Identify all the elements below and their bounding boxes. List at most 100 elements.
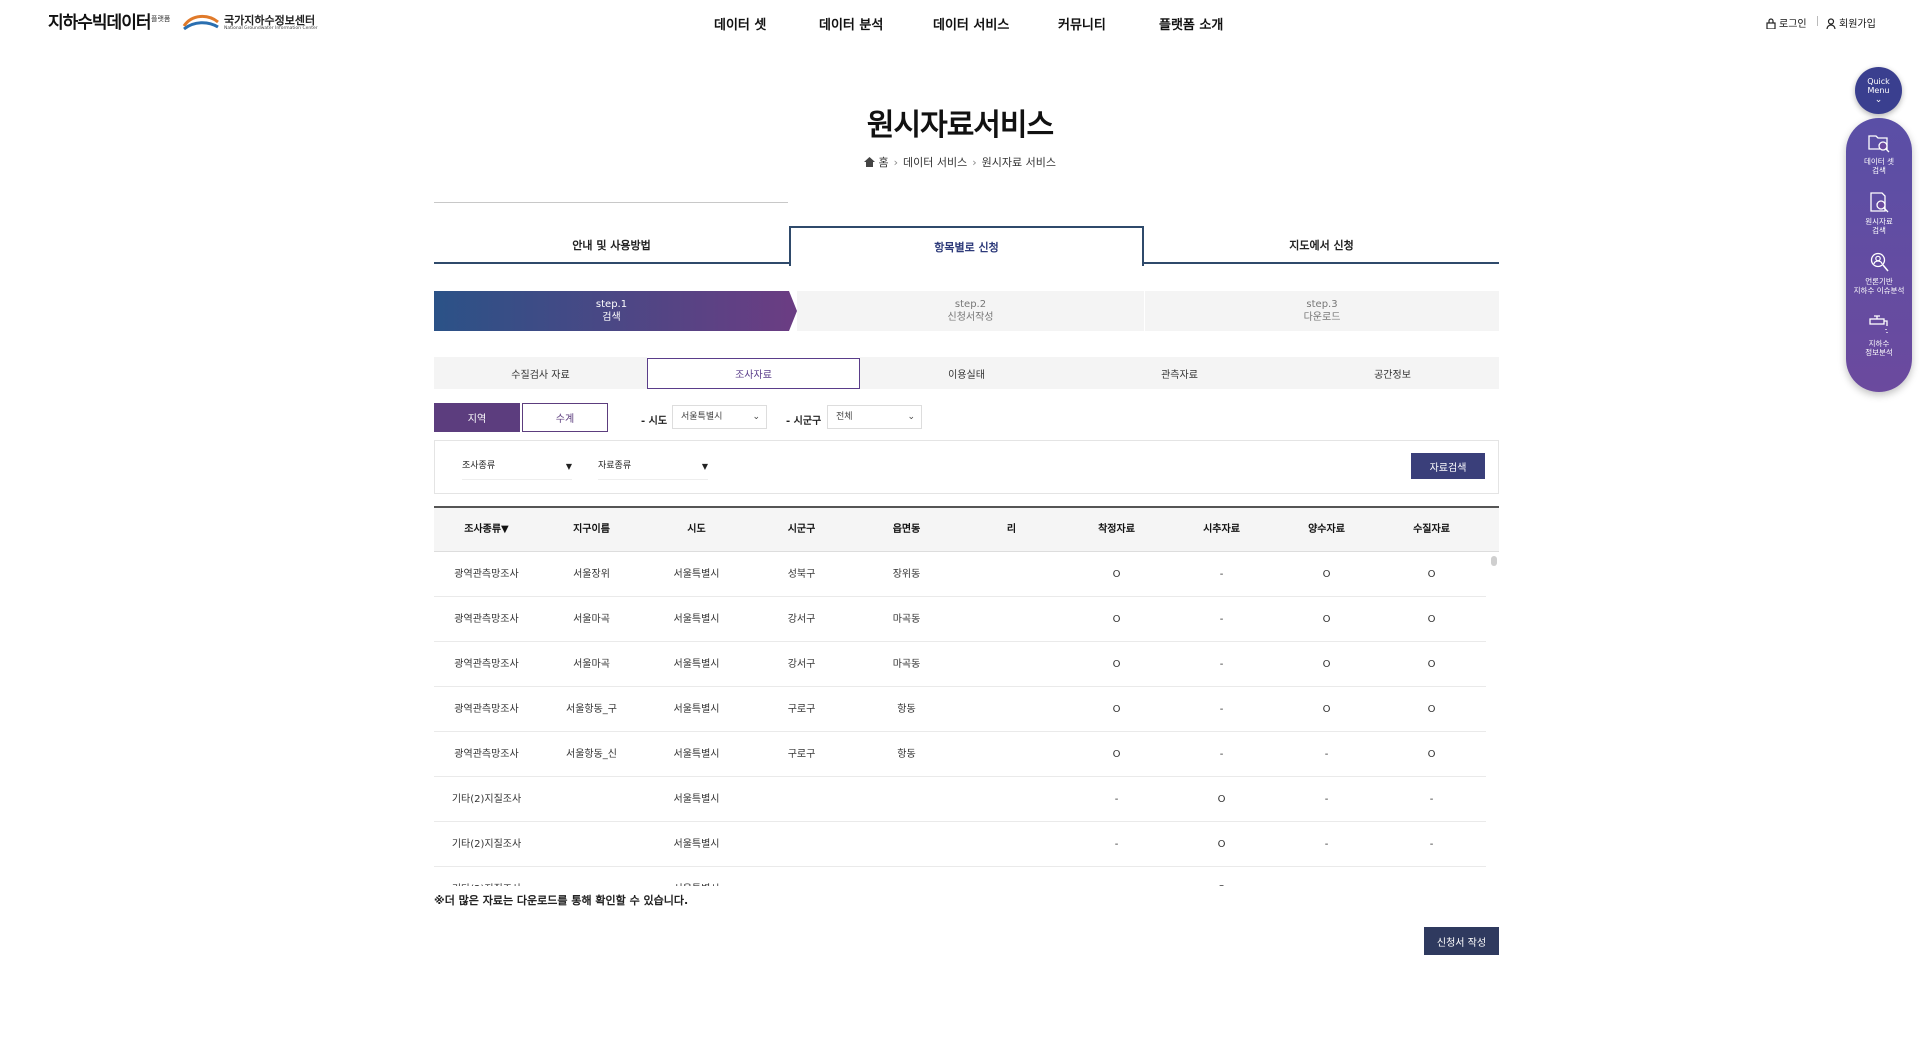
cell-sido: 서울특별시	[644, 867, 749, 886]
data-tab-water-quality[interactable]: 수질검사 자료	[434, 357, 647, 389]
basin-button[interactable]: 수계	[522, 403, 608, 432]
table-row[interactable]: 기타(2)지질조사서울특별시-O--	[434, 822, 1486, 867]
data-type-dropdown[interactable]: 자료종류 ▼	[598, 458, 708, 480]
survey-type-label: 조사종류	[462, 461, 496, 471]
breadcrumb-current: 원시자료 서비스	[981, 156, 1056, 169]
step-arrow	[789, 291, 797, 331]
cell-sigungu: 구로구	[787, 749, 816, 760]
quick-menu-toggle[interactable]: Quick Menu ⌄	[1855, 67, 1902, 114]
cell-ri	[959, 867, 1064, 886]
cell-water-quality: O	[1427, 569, 1436, 580]
cell-district-name: 서울마곡	[573, 659, 610, 670]
cell-eupmyeondong: 항동	[897, 704, 916, 715]
logo-bigdata[interactable]: 지하수빅데이터	[48, 8, 151, 33]
sigungu-select[interactable]: 전체 ⌄	[827, 405, 922, 429]
quick-groundwater-analysis[interactable]: 지하수 정보분석	[1846, 314, 1912, 357]
cell-sido: 서울특별시	[673, 659, 720, 670]
folder-search-icon	[1868, 135, 1890, 153]
breadcrumb-data-service[interactable]: 데이터 서비스	[903, 156, 967, 169]
title-divider	[434, 202, 788, 203]
tab-guide[interactable]: 안내 및 사용방법	[434, 228, 789, 264]
data-tab-observation[interactable]: 관측자료	[1073, 357, 1286, 389]
write-application-button[interactable]: 신청서 작성	[1424, 927, 1499, 955]
cell-boring: -	[1219, 569, 1224, 580]
nav-data-analysis[interactable]: 데이터 분석	[819, 14, 883, 33]
cell-eupmyeondong: 마곡동	[892, 659, 921, 670]
step-2: step.2 신청서작성	[797, 291, 1144, 331]
sido-select[interactable]: 서울특별시 ⌄	[672, 405, 767, 429]
login-link[interactable]: 로그인	[1766, 15, 1807, 30]
cell-district-name: 서울항동_구	[566, 704, 617, 715]
nav-platform-intro[interactable]: 플랫폼 소개	[1159, 14, 1223, 33]
table-row[interactable]: 기타(2)지질조사서울특별시-O--	[434, 777, 1486, 822]
cell-pumping: O	[1322, 704, 1331, 715]
cell-water-quality: O	[1427, 614, 1436, 625]
cell-sigungu	[749, 867, 854, 886]
col-district-name: 지구이름	[573, 524, 610, 535]
logo-bigdata-sub: 플랫폼	[151, 15, 171, 23]
quick-raw-data-search[interactable]: 원시자료 검색	[1846, 192, 1912, 235]
signup-link[interactable]: 회원가입	[1826, 15, 1876, 30]
nav-community[interactable]: 커뮤니티	[1058, 14, 1106, 33]
survey-type-dropdown[interactable]: 조사종류 ▼	[462, 458, 572, 480]
col-sido: 시도	[687, 524, 706, 535]
cell-sido: 서울특별시	[673, 704, 720, 715]
cell-water-quality: -	[1379, 867, 1484, 886]
table-row[interactable]: 기타(2)지질조사서울특별시-O--	[434, 867, 1486, 886]
scrollbar-thumb[interactable]	[1491, 556, 1497, 566]
data-search-button[interactable]: 자료검색	[1411, 453, 1485, 479]
col-pumping-data: 양수자료	[1308, 524, 1345, 535]
table-row[interactable]: 광역관측망조사 서울마곡 서울특별시 강서구 마곡동 O - O O	[434, 597, 1486, 642]
cell-drilling: -	[1064, 867, 1169, 886]
table-row[interactable]: 광역관측망조사 서울장위 서울특별시 성북구 장위동 O - O O	[434, 552, 1486, 597]
cell-ri	[959, 777, 1064, 822]
data-tab-survey[interactable]: 조사자료	[647, 358, 860, 389]
table-row[interactable]: 광역관측망조사 서울마곡 서울특별시 강서구 마곡동 O - O O	[434, 642, 1486, 687]
col-water-quality-data: 수질자료	[1413, 524, 1450, 535]
chevron-down-icon: ⌄	[1874, 95, 1883, 105]
cell-survey-type: 광역관측망조사	[454, 659, 519, 670]
cell-sigungu: 강서구	[787, 659, 816, 670]
chevron-down-icon: ⌄	[907, 412, 915, 422]
data-tab-usage[interactable]: 이용실태	[860, 357, 1073, 389]
center-logo-icon	[182, 15, 219, 31]
breadcrumb-home[interactable]: 홈	[879, 156, 889, 169]
cell-water-quality: -	[1429, 839, 1434, 850]
page-title: 원시자료서비스	[866, 108, 1054, 143]
nav-dataset[interactable]: 데이터 셋	[714, 14, 766, 33]
table-scrollbar[interactable]	[1489, 552, 1499, 886]
table-row[interactable]: 광역관측망조사 서울항동_신 서울특별시 구로구 항동 O - - O	[434, 732, 1486, 777]
cell-eupmyeondong: 장위동	[892, 569, 921, 580]
nav-data-service[interactable]: 데이터 서비스	[933, 14, 1009, 33]
cell-drilling: O	[1112, 659, 1121, 670]
cell-water-quality: -	[1429, 794, 1434, 805]
region-button[interactable]: 지역	[434, 403, 520, 432]
home-icon[interactable]	[864, 157, 875, 167]
quick-menu-title: Quick Menu	[1867, 77, 1890, 95]
step-1: step.1 검색	[434, 291, 789, 331]
cell-eupmyeondong: 마곡동	[892, 614, 921, 625]
breadcrumb: 홈 › 데이터 서비스 › 원시자료 서비스	[0, 154, 1920, 170]
cell-boring: -	[1219, 704, 1224, 715]
download-note: ※더 많은 자료는 다운로드를 통해 확인할 수 있습니다.	[434, 894, 689, 907]
cell-sido: 서울특별시	[673, 569, 720, 580]
chevron-down-icon: ⌄	[752, 412, 760, 422]
col-sigungu: 시군구	[787, 524, 816, 535]
quick-media-issue-analysis[interactable]: 언론기반 지하수 이슈분석	[1846, 252, 1912, 295]
cell-district-name: 서울장위	[573, 569, 610, 580]
cell-ri	[959, 732, 1064, 777]
user-icon	[1826, 18, 1836, 29]
quick-dataset-search[interactable]: 데이터 셋 검색	[1846, 132, 1912, 175]
col-survey-type[interactable]: 조사종류▼	[434, 508, 539, 552]
caret-down-icon: ▼	[565, 462, 572, 471]
quick-item-label: 정보분석	[1865, 348, 1893, 357]
tab-apply-on-map[interactable]: 지도에서 신청	[1144, 228, 1499, 264]
tab-apply-by-item[interactable]: 항목별로 신청	[789, 226, 1144, 266]
data-tab-spatial[interactable]: 공간정보	[1286, 357, 1499, 389]
quick-item-label: 지하수 이슈분석	[1853, 286, 1905, 295]
cell-pumping: -	[1324, 749, 1329, 760]
table-row[interactable]: 광역관측망조사 서울항동_구 서울특별시 구로구 항동 O - O O	[434, 687, 1486, 732]
cell-district-name	[539, 867, 644, 886]
cell-boring: -	[1219, 614, 1224, 625]
cell-district-name	[539, 777, 644, 822]
